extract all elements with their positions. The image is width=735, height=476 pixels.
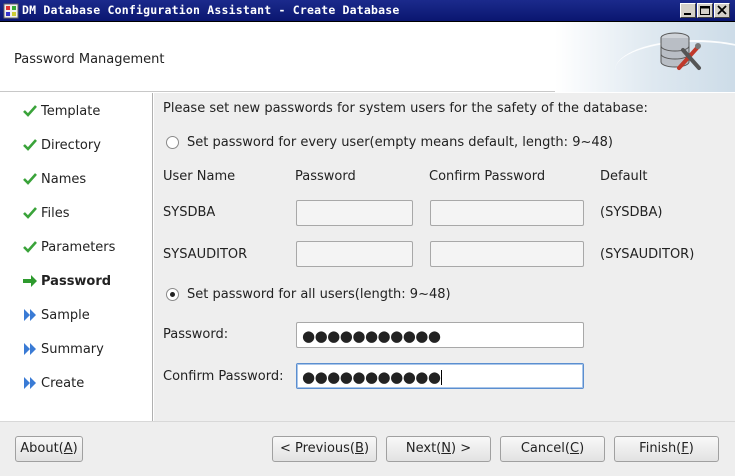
- password-panel: Please set new passwords for system user…: [154, 93, 735, 421]
- step-label: Parameters: [41, 239, 116, 255]
- password-label: Password:: [163, 327, 229, 342]
- window-title: DM Database Configuration Assistant - Cr…: [22, 3, 400, 17]
- step-create[interactable]: Create: [22, 372, 84, 394]
- sysauditor-default: (SYSAUDITOR): [600, 247, 695, 262]
- minimize-button[interactable]: [680, 3, 696, 18]
- user-name-sysdba: SYSDBA: [163, 205, 216, 220]
- check-icon: [23, 207, 37, 219]
- step-parameters[interactable]: Parameters: [22, 236, 115, 258]
- check-icon: [23, 173, 37, 185]
- intro-text: Please set new passwords for system user…: [163, 101, 648, 116]
- page-header: Password Management: [0, 22, 735, 92]
- step-files[interactable]: Files: [22, 202, 70, 224]
- database-tools-icon: [660, 32, 701, 70]
- sysauditor-password-field[interactable]: [296, 241, 413, 267]
- step-summary[interactable]: Summary: [22, 338, 104, 360]
- page-title: Password Management: [14, 52, 165, 67]
- step-label: Sample: [41, 307, 90, 323]
- confirm-password-input-value: ●●●●●●●●●●●: [302, 368, 441, 386]
- sysdba-confirm-field[interactable]: [430, 200, 584, 226]
- app-icon: [3, 3, 19, 19]
- step-label: Directory: [41, 137, 101, 153]
- column-header-user-name: User Name: [163, 169, 236, 184]
- wizard-steps-sidebar: Template Directory Names Files Parameter…: [2, 93, 153, 421]
- step-password[interactable]: Password: [22, 270, 111, 292]
- step-template[interactable]: Template: [22, 100, 100, 122]
- step-label: Password: [41, 273, 112, 289]
- step-label: Create: [41, 375, 85, 391]
- password-input[interactable]: ●●●●●●●●●●●: [296, 322, 584, 348]
- step-directory[interactable]: Directory: [22, 134, 101, 156]
- double-chevron-right-icon: [24, 343, 36, 355]
- header-banner: [555, 22, 735, 92]
- text-caret: [441, 370, 443, 385]
- column-header-default: Default: [600, 169, 648, 184]
- step-sample[interactable]: Sample: [22, 304, 90, 326]
- sysauditor-confirm-field[interactable]: [430, 241, 584, 267]
- sysdba-default: (SYSDBA): [600, 205, 663, 220]
- cancel-button[interactable]: Cancel(C): [500, 436, 605, 462]
- finish-button[interactable]: Finish(F): [614, 436, 719, 462]
- step-label: Names: [41, 171, 87, 187]
- step-label: Summary: [41, 341, 104, 357]
- radio-all-users[interactable]: [166, 288, 179, 301]
- check-icon: [23, 241, 37, 253]
- button-bar: About(A) < Previous(B) Next(N) > Cancel(…: [0, 421, 735, 476]
- check-icon: [23, 139, 37, 151]
- column-header-password: Password: [295, 169, 356, 184]
- about-button[interactable]: About(A): [15, 436, 83, 462]
- step-names[interactable]: Names: [22, 168, 86, 190]
- confirm-password-input[interactable]: ●●●●●●●●●●●: [296, 363, 584, 389]
- minimize-icon: [684, 13, 691, 15]
- close-icon: [717, 5, 727, 15]
- radio-every-user-label[interactable]: Set password for every user(empty means …: [187, 135, 613, 150]
- password-input-value: ●●●●●●●●●●●: [302, 327, 441, 345]
- double-chevron-right-icon: [24, 377, 36, 389]
- maximize-icon: [700, 6, 710, 15]
- close-button[interactable]: [714, 3, 730, 18]
- column-header-confirm-password: Confirm Password: [429, 169, 546, 184]
- arrow-right-icon: [23, 275, 37, 287]
- window-titlebar: DM Database Configuration Assistant - Cr…: [0, 0, 735, 22]
- double-chevron-right-icon: [24, 309, 36, 321]
- previous-button[interactable]: < Previous(B): [272, 436, 377, 462]
- check-icon: [23, 105, 37, 117]
- sysdba-password-field[interactable]: [296, 200, 413, 226]
- step-label: Template: [41, 103, 101, 119]
- confirm-password-label: Confirm Password:: [163, 369, 284, 384]
- step-label: Files: [41, 205, 70, 221]
- radio-every-user[interactable]: [166, 136, 179, 149]
- maximize-button[interactable]: [697, 3, 713, 18]
- user-name-sysauditor: SYSAUDITOR: [163, 247, 248, 262]
- radio-all-users-label[interactable]: Set password for all users(length: 9~48): [187, 287, 451, 302]
- next-button[interactable]: Next(N) >: [386, 436, 491, 462]
